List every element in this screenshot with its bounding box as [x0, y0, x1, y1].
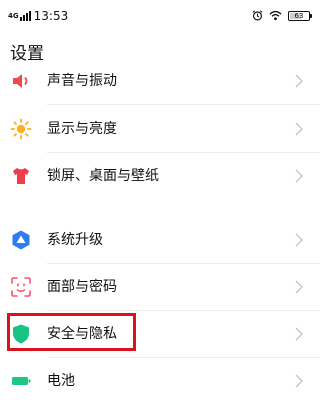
- settings-item-display[interactable]: 显示与亮度: [0, 106, 320, 152]
- tshirt-icon: [13, 168, 29, 184]
- divider: [47, 104, 320, 105]
- signal-icon: [19, 11, 31, 21]
- settings-item-label: 电池: [47, 373, 75, 389]
- chevron-right-icon: [295, 122, 303, 136]
- settings-item-sound[interactable]: 声音与振动: [0, 58, 320, 104]
- settings-item-label: 面部与密码: [47, 279, 117, 295]
- alarm-icon: [252, 10, 263, 21]
- face-id-icon: [11, 277, 31, 297]
- battery-text: 63: [294, 11, 304, 20]
- sun-icon: [10, 118, 32, 140]
- status-time: 13:53: [33, 9, 69, 23]
- settings-item-wallpaper[interactable]: 锁屏、桌面与壁纸: [0, 153, 320, 199]
- highlight-annotation: [7, 313, 136, 351]
- settings-item-system-update[interactable]: 系统升级: [0, 217, 320, 263]
- settings-item-label: 系统升级: [47, 232, 103, 248]
- chevron-right-icon: [295, 374, 303, 388]
- status-bar: 4G 13:53 63: [0, 0, 320, 34]
- chevron-right-icon: [295, 74, 303, 88]
- wifi-icon: [269, 10, 282, 21]
- settings-item-face-password[interactable]: 面部与密码: [0, 264, 320, 310]
- chevron-right-icon: [295, 169, 303, 183]
- system-update-icon: [12, 230, 30, 250]
- chevron-right-icon: [295, 280, 303, 294]
- speaker-icon: [13, 74, 28, 88]
- status-right: 63: [252, 10, 312, 21]
- status-left: 4G 13:53: [8, 9, 68, 23]
- chevron-right-icon: [295, 233, 303, 247]
- battery-item-icon: [12, 377, 31, 385]
- chevron-right-icon: [295, 327, 303, 341]
- battery-icon: 63: [288, 10, 312, 21]
- settings-item-label: 显示与亮度: [47, 121, 117, 137]
- settings-item-battery[interactable]: 电池: [0, 358, 320, 404]
- settings-item-label: 声音与振动: [47, 73, 117, 89]
- network-type: 4G: [8, 11, 19, 20]
- settings-item-label: 锁屏、桌面与壁纸: [47, 168, 159, 184]
